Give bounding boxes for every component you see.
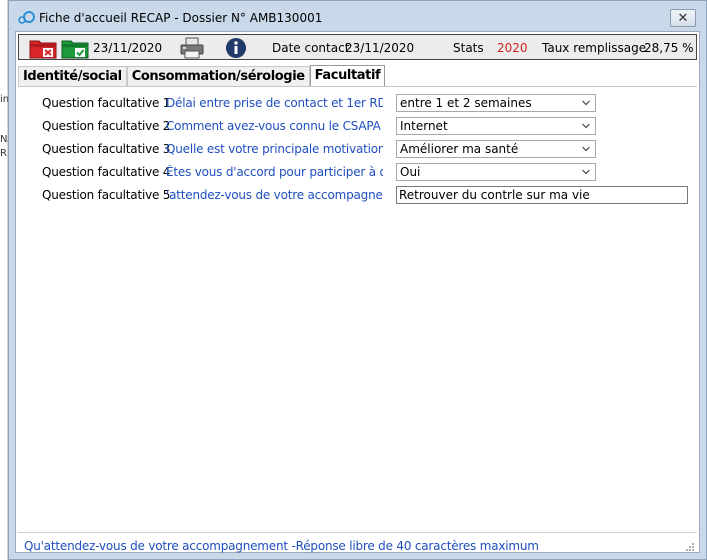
close-icon: ✕	[677, 10, 689, 26]
question-3-select[interactable]: Améliorer ma santé	[396, 140, 596, 158]
question-number-label: Question facultative 5	[42, 188, 171, 202]
fill-rate-label: Taux remplissage	[542, 41, 647, 55]
contact-date-value: 23/11/2020	[345, 41, 415, 55]
record-date: 23/11/2020	[93, 41, 163, 55]
chevron-down-icon	[582, 169, 590, 175]
folder-delete-icon[interactable]	[29, 37, 57, 59]
chevron-down-icon	[582, 146, 590, 152]
question-row-3: Question facultative 3 Quelle est votre …	[18, 139, 697, 159]
app-logo-icon	[18, 11, 35, 24]
background-window-edge: in NA R	[0, 0, 14, 560]
stats-label: Stats	[453, 41, 484, 55]
facultatif-panel: Question facultative 1 Délai entre prise…	[18, 86, 697, 530]
question-row-5: Question facultative 5 'attendez-vous de…	[18, 185, 697, 205]
background-text: R	[0, 148, 7, 159]
question-number-label: Question facultative 1	[42, 96, 171, 110]
question-number-label: Question facultative 3	[42, 142, 171, 156]
question-4-select[interactable]: Oui	[396, 163, 596, 181]
question-text: Comment avez-vous connu le CSAPA ?	[166, 119, 383, 133]
question-row-1: Question facultative 1 Délai entre prise…	[18, 93, 697, 113]
dialog-content: 23/11/2020 Date contact 23/11/2020 Stats…	[15, 31, 700, 553]
tab-identite-social[interactable]: Identité/social	[18, 66, 127, 86]
question-1-select[interactable]: entre 1 et 2 semaines	[396, 94, 596, 112]
printer-icon[interactable]	[179, 37, 205, 59]
tab-bar: Identité/social Consommation/sérologie F…	[18, 65, 386, 86]
toolbar: 23/11/2020 Date contact 23/11/2020 Stats…	[18, 34, 697, 60]
input-value: Retrouver du contrle sur ma vie	[399, 188, 590, 202]
question-number-label: Question facultative 2	[42, 119, 171, 133]
window-title: Fiche d'accueil RECAP - Dossier N° AMB13…	[39, 11, 323, 25]
folder-validate-icon[interactable]	[61, 37, 89, 59]
chevron-down-icon	[582, 123, 590, 129]
status-hint: Qu'attendez-vous de votre accompagnement…	[24, 539, 539, 553]
select-value: entre 1 et 2 semaines	[400, 96, 532, 110]
info-icon[interactable]	[224, 37, 248, 59]
recap-dialog: Fiche d'accueil RECAP - Dossier N° AMB13…	[8, 0, 707, 560]
tab-facultatif[interactable]: Facultatif	[309, 65, 386, 86]
status-bar: Qu'attendez-vous de votre accompagnement…	[18, 532, 697, 553]
close-button[interactable]: ✕	[670, 9, 696, 27]
select-value: Améliorer ma santé	[400, 142, 519, 156]
contact-date-label: Date contact	[272, 41, 350, 55]
question-text: Délai entre prise de contact et 1er RDV	[166, 96, 383, 110]
question-row-2: Question facultative 2 Comment avez-vous…	[18, 116, 697, 136]
select-value: Oui	[400, 165, 421, 179]
question-row-4: Question facultative 4 Êtes vous d'accor…	[18, 162, 697, 182]
title-bar[interactable]: Fiche d'accueil RECAP - Dossier N° AMB13…	[9, 1, 706, 31]
resize-grip-icon[interactable]	[685, 542, 695, 552]
question-number-label: Question facultative 4	[42, 165, 171, 179]
question-text: Êtes vous d'accord pour participer à des	[166, 165, 383, 179]
fill-rate-value: 28,75 %	[644, 41, 694, 55]
stats-year: 2020	[497, 41, 528, 55]
question-2-select[interactable]: Internet	[396, 117, 596, 135]
tab-consommation-serologie[interactable]: Consommation/sérologie	[126, 66, 310, 86]
question-text: Quelle est votre principale motivation p	[166, 142, 383, 156]
chevron-down-icon	[582, 100, 590, 106]
question-5-input[interactable]: Retrouver du contrle sur ma vie	[396, 186, 688, 204]
question-text: 'attendez-vous de votre accompagnement	[166, 188, 383, 202]
select-value: Internet	[400, 119, 448, 133]
